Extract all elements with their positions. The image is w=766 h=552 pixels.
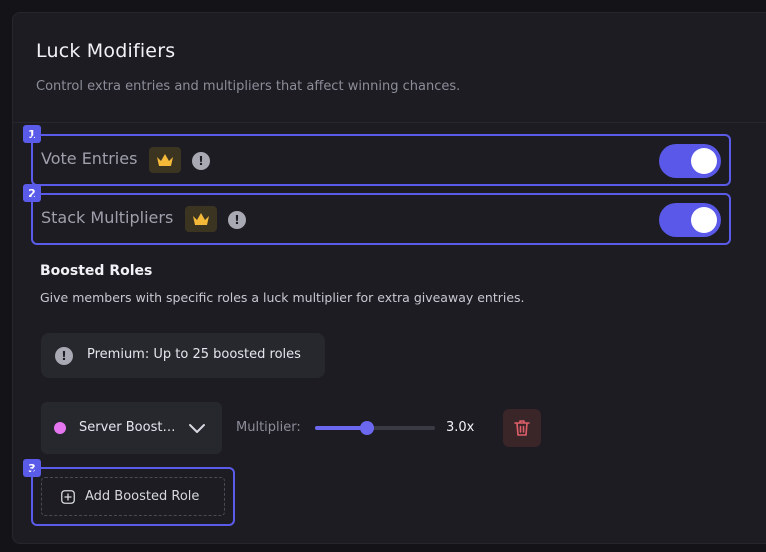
info-icon[interactable]: ! [192,152,210,170]
multiplier-value: 3.0x [446,420,475,435]
slider-thumb[interactable] [359,421,374,435]
crown-icon [185,206,217,232]
page-subtitle: Control extra entries and multipliers th… [36,79,461,94]
add-boosted-role-label: Add Boosted Role [85,489,200,504]
role-color-dot [54,422,66,434]
multiplier-slider[interactable] [315,421,435,435]
plus-circle-icon [61,490,75,504]
trash-icon [514,420,530,436]
toggle-knob [691,207,717,233]
section-title: Boosted Roles [40,263,153,279]
toggle-knob [691,148,717,174]
add-boosted-role-button[interactable]: Add Boosted Role [41,477,225,516]
divider [13,122,766,123]
delete-role-button[interactable] [503,409,541,447]
crown-icon [149,147,181,173]
multiplier-label: Multiplier: [236,420,301,435]
setting-row-vote-entries: Vote Entries ! [31,134,731,186]
slider-fill [315,426,367,430]
role-select[interactable]: Server Boost… [41,402,222,454]
chevron-down-icon [189,424,205,433]
info-icon[interactable]: ! [228,211,246,229]
info-icon: ! [55,347,73,365]
premium-notice-text: Premium: Up to 25 boosted roles [87,347,301,362]
section-description: Give members with specific roles a luck … [40,290,525,305]
stack-multipliers-toggle[interactable] [659,203,721,237]
page-title: Luck Modifiers [36,40,176,62]
setting-label: Stack Multipliers [41,208,174,227]
premium-notice: ! Premium: Up to 25 boosted roles [41,333,325,378]
setting-row-stack-multipliers: Stack Multipliers ! [31,193,731,245]
role-select-value: Server Boost… [79,420,176,435]
setting-label: Vote Entries [41,149,138,168]
vote-entries-toggle[interactable] [659,144,721,178]
add-boosted-role-highlight: Add Boosted Role [31,467,235,526]
